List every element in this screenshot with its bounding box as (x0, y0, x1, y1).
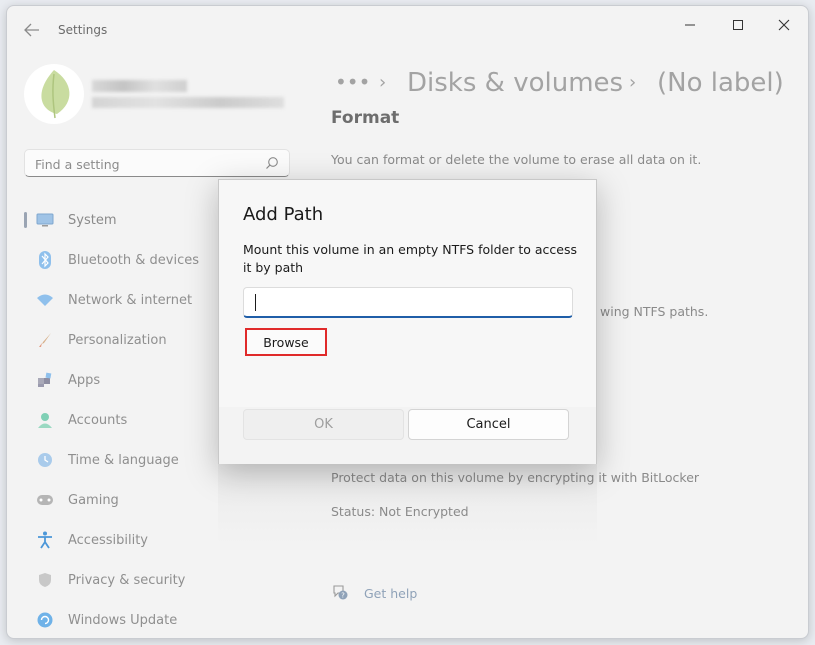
sidebar-item-label: Apps (68, 372, 101, 388)
bluetooth-icon (36, 251, 54, 269)
sidebar-item-system[interactable]: System (24, 202, 214, 238)
apps-icon (36, 371, 54, 389)
person-icon (36, 411, 54, 429)
sidebar-item-time-language[interactable]: Time & language (24, 442, 214, 478)
shield-icon (36, 571, 54, 589)
maximize-icon (733, 20, 743, 30)
sidebar-item-label: Gaming (68, 492, 119, 508)
sidebar-item-label: Bluetooth & devices (68, 252, 199, 268)
settings-window: Settings System Bluetooth & (6, 5, 809, 639)
sidebar-item-label: Time & language (68, 452, 179, 468)
encryption-status: Status: Not Encrypted (331, 504, 469, 519)
sidebar-item-windows-update[interactable]: Windows Update (24, 602, 214, 638)
active-indicator (24, 212, 27, 228)
chevron-right-icon: › (379, 72, 387, 93)
profile-name-blurred (92, 80, 187, 92)
svg-text:?: ? (341, 592, 345, 600)
help-icon: ? (333, 585, 348, 600)
avatar[interactable] (24, 64, 84, 124)
search-input[interactable] (33, 154, 265, 174)
sidebar-item-label: System (68, 212, 117, 228)
minimize-icon (685, 24, 695, 26)
sidebar-item-accessibility[interactable]: Accessibility (24, 522, 214, 558)
bitlocker-description: Protect data on this volume by encryptin… (331, 470, 700, 485)
sidebar-item-network[interactable]: Network & internet (24, 282, 214, 318)
paths-description: wing NTFS paths. (600, 304, 709, 319)
search-icon (266, 157, 278, 169)
sidebar-item-label: Privacy & security (68, 572, 186, 588)
chevron-right-icon: › (629, 72, 637, 93)
breadcrumb-overflow[interactable]: ••• (335, 70, 370, 94)
format-section-title: Format (331, 108, 400, 128)
sidebar-item-label: Windows Update (68, 612, 178, 628)
wifi-icon (36, 291, 54, 309)
app-title: Settings (58, 23, 108, 37)
dialog-description: Mount this volume in an empty NTFS folde… (243, 242, 577, 275)
path-input-box[interactable] (243, 287, 573, 318)
profile-email-blurred (92, 97, 284, 108)
add-path-dialog: Add Path Mount this volume in an empty N… (218, 179, 597, 464)
sidebar-item-label: Accessibility (68, 532, 148, 548)
sidebar-item-privacy[interactable]: Privacy & security (24, 562, 214, 598)
text-caret (255, 294, 256, 311)
close-button[interactable] (761, 10, 807, 40)
page-title: (No label) (657, 68, 784, 98)
gamepad-icon (36, 491, 54, 509)
sidebar-item-label: Accounts (68, 412, 128, 428)
minimize-button[interactable] (667, 10, 713, 40)
back-arrow-icon[interactable] (24, 23, 42, 39)
clock-globe-icon (36, 451, 54, 469)
sidebar-item-gaming[interactable]: Gaming (24, 482, 214, 518)
brush-icon (36, 331, 54, 349)
close-icon (778, 19, 790, 31)
sidebar-item-personalization[interactable]: Personalization (24, 322, 214, 358)
dialog-title: Add Path (243, 204, 324, 225)
sidebar-item-bluetooth[interactable]: Bluetooth & devices (24, 242, 214, 278)
search-box[interactable] (24, 149, 290, 177)
accessibility-icon (36, 531, 54, 549)
sidebar-item-label: Network & internet (68, 292, 193, 308)
format-description: You can format or delete the volume to e… (331, 152, 702, 167)
get-help-link[interactable]: Get help (364, 586, 417, 601)
browse-button[interactable]: Browse (245, 328, 327, 356)
breadcrumb-parent[interactable]: Disks & volumes (407, 68, 623, 98)
update-icon (36, 611, 54, 629)
sidebar-item-label: Personalization (68, 332, 167, 348)
maximize-button[interactable] (715, 10, 761, 40)
ok-button[interactable]: OK (243, 409, 404, 440)
path-input[interactable] (252, 293, 556, 313)
sidebar-item-apps[interactable]: Apps (24, 362, 214, 398)
cancel-button[interactable]: Cancel (408, 409, 569, 440)
leaf-icon (41, 70, 70, 119)
monitor-icon (36, 211, 54, 229)
sidebar-item-accounts[interactable]: Accounts (24, 402, 214, 438)
